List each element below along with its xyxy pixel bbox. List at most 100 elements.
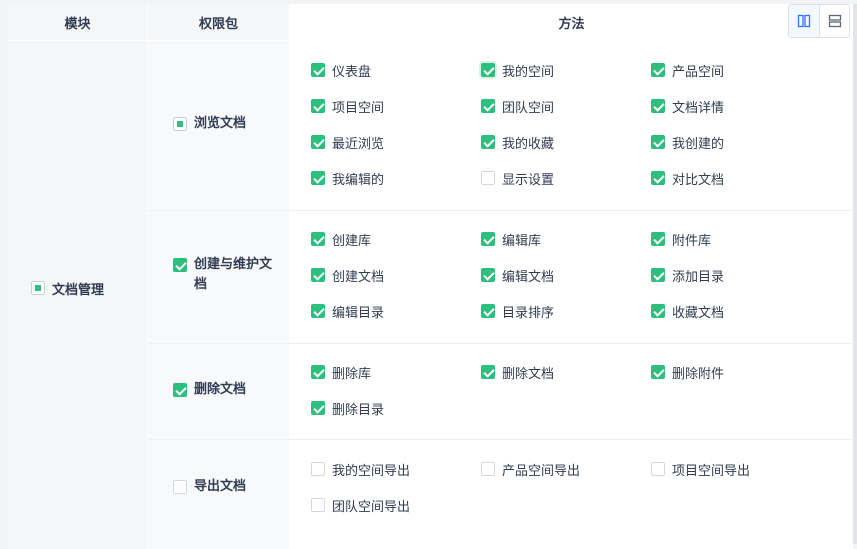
method-checkbox[interactable] <box>481 365 495 379</box>
method-checkbox-row[interactable]: 文档详情 <box>651 96 724 116</box>
method-checkbox-row[interactable]: 目录排序 <box>481 301 554 321</box>
method-checkbox-row[interactable]: 我的空间 <box>481 60 554 80</box>
header-method: 方法 <box>290 4 853 40</box>
scrollbar[interactable] <box>853 4 857 544</box>
method-checkbox-row[interactable]: 添加目录 <box>651 265 724 285</box>
method-checkbox[interactable] <box>311 63 325 77</box>
method-checkbox-row[interactable]: 对比文档 <box>651 168 724 188</box>
method-checkbox[interactable] <box>311 462 325 476</box>
module-checkbox[interactable] <box>31 281 45 295</box>
method-checkbox[interactable] <box>481 171 495 185</box>
method-checkbox-row[interactable]: 我的收藏 <box>481 132 554 152</box>
method-checkbox[interactable] <box>311 304 325 318</box>
method-label: 删除附件 <box>672 366 725 382</box>
method-label: 团队空间 <box>502 100 555 116</box>
method-checkbox-row[interactable]: 编辑库 <box>481 229 541 249</box>
method-checkbox-row[interactable]: 项目空间导出 <box>651 459 750 479</box>
method-checkbox[interactable] <box>311 401 325 415</box>
method-checkbox[interactable] <box>651 304 665 318</box>
method-checkbox[interactable] <box>481 135 495 149</box>
module-checkbox-row[interactable]: 文档管理 <box>31 278 104 298</box>
method-checkbox-row[interactable]: 我编辑的 <box>311 168 384 188</box>
row-view-button[interactable] <box>819 5 849 37</box>
method-checkbox[interactable] <box>651 63 665 77</box>
method-label: 我的空间导出 <box>332 463 411 479</box>
package-divider <box>148 343 853 344</box>
method-label: 我的收藏 <box>502 136 555 152</box>
header-package-label: 权限包 <box>198 16 238 32</box>
method-checkbox-row[interactable]: 收藏文档 <box>651 301 724 321</box>
package-checkbox[interactable] <box>173 117 187 131</box>
method-checkbox-row[interactable]: 项目空间 <box>311 96 384 116</box>
method-checkbox-row[interactable]: 团队空间导出 <box>311 495 410 515</box>
method-checkbox[interactable] <box>311 135 325 149</box>
method-checkbox[interactable] <box>481 304 495 318</box>
method-checkbox-row[interactable]: 我创建的 <box>651 132 724 152</box>
method-label: 附件库 <box>672 233 712 249</box>
package-label: 删除文档 <box>194 382 247 397</box>
method-label: 对比文档 <box>672 172 725 188</box>
method-label: 编辑文档 <box>502 269 555 285</box>
method-label: 创建文档 <box>332 269 385 285</box>
package-checkbox[interactable] <box>173 480 187 494</box>
method-checkbox-row[interactable]: 附件库 <box>651 229 711 249</box>
package-checkbox[interactable] <box>173 383 187 397</box>
method-checkbox[interactable] <box>481 63 495 77</box>
method-checkbox-row[interactable]: 删除文档 <box>481 362 554 382</box>
method-checkbox[interactable] <box>311 171 325 185</box>
method-checkbox[interactable] <box>311 365 325 379</box>
method-checkbox[interactable] <box>311 232 325 246</box>
method-checkbox[interactable] <box>481 268 495 282</box>
column-layout-icon <box>797 14 811 28</box>
method-checkbox-row[interactable]: 团队空间 <box>481 96 554 116</box>
method-checkbox-row[interactable]: 删除附件 <box>651 362 724 382</box>
method-label: 产品空间 <box>672 64 725 80</box>
method-checkbox[interactable] <box>481 232 495 246</box>
package-checkbox-row[interactable]: 删除文档 <box>173 380 283 400</box>
permission-table: 模块 权限包 方法 文档管理 浏览文档 仪表盘 我的空间 产品空间项目空间 团队空间 文档… <box>8 4 853 549</box>
package-checkbox-row[interactable]: 导出文档 <box>173 477 283 497</box>
method-checkbox-row[interactable]: 产品空间导出 <box>481 459 580 479</box>
method-label: 我编辑的 <box>332 172 385 188</box>
method-checkbox-row[interactable]: 删除目录 <box>311 398 384 418</box>
method-checkbox-row[interactable]: 创建库 <box>311 229 371 249</box>
method-checkbox[interactable] <box>481 462 495 476</box>
method-label: 我创建的 <box>672 136 725 152</box>
method-checkbox[interactable] <box>311 268 325 282</box>
package-checkbox-row[interactable]: 创建与维护文档 <box>173 255 283 295</box>
column-view-button[interactable] <box>789 5 819 37</box>
method-checkbox[interactable] <box>651 232 665 246</box>
method-checkbox[interactable] <box>311 498 325 512</box>
method-label: 产品空间导出 <box>502 463 581 479</box>
method-label: 项目空间 <box>332 100 385 116</box>
method-label: 创建库 <box>332 233 372 249</box>
header-module-label: 模块 <box>64 16 91 32</box>
method-checkbox-row[interactable]: 最近浏览 <box>311 132 384 152</box>
module-label: 文档管理 <box>52 282 105 298</box>
method-checkbox-row[interactable]: 产品空间 <box>651 60 724 80</box>
package-checkbox[interactable] <box>173 258 187 272</box>
method-checkbox-row[interactable]: 仪表盘 <box>311 60 371 80</box>
method-checkbox-row[interactable]: 编辑文档 <box>481 265 554 285</box>
method-label: 删除文档 <box>502 366 555 382</box>
method-checkbox-row[interactable]: 删除库 <box>311 362 371 382</box>
method-checkbox-row[interactable]: 我的空间导出 <box>311 459 410 479</box>
method-checkbox[interactable] <box>651 135 665 149</box>
method-checkbox-row[interactable]: 创建文档 <box>311 265 384 285</box>
package-checkbox-row[interactable]: 浏览文档 <box>173 114 283 134</box>
method-label: 文档详情 <box>672 100 725 116</box>
method-checkbox[interactable] <box>651 365 665 379</box>
method-label: 我的空间 <box>502 64 555 80</box>
method-checkbox[interactable] <box>651 99 665 113</box>
method-label: 团队空间导出 <box>332 499 411 515</box>
method-checkbox-row[interactable]: 编辑目录 <box>311 301 384 321</box>
method-checkbox[interactable] <box>311 99 325 113</box>
method-checkbox[interactable] <box>651 268 665 282</box>
method-checkbox[interactable] <box>651 462 665 476</box>
method-label: 目录排序 <box>502 305 555 321</box>
package-label: 导出文档 <box>194 479 247 494</box>
method-checkbox[interactable] <box>481 99 495 113</box>
method-checkbox-row[interactable]: 显示设置 <box>481 168 554 188</box>
method-label: 删除库 <box>332 366 372 382</box>
method-checkbox[interactable] <box>651 171 665 185</box>
